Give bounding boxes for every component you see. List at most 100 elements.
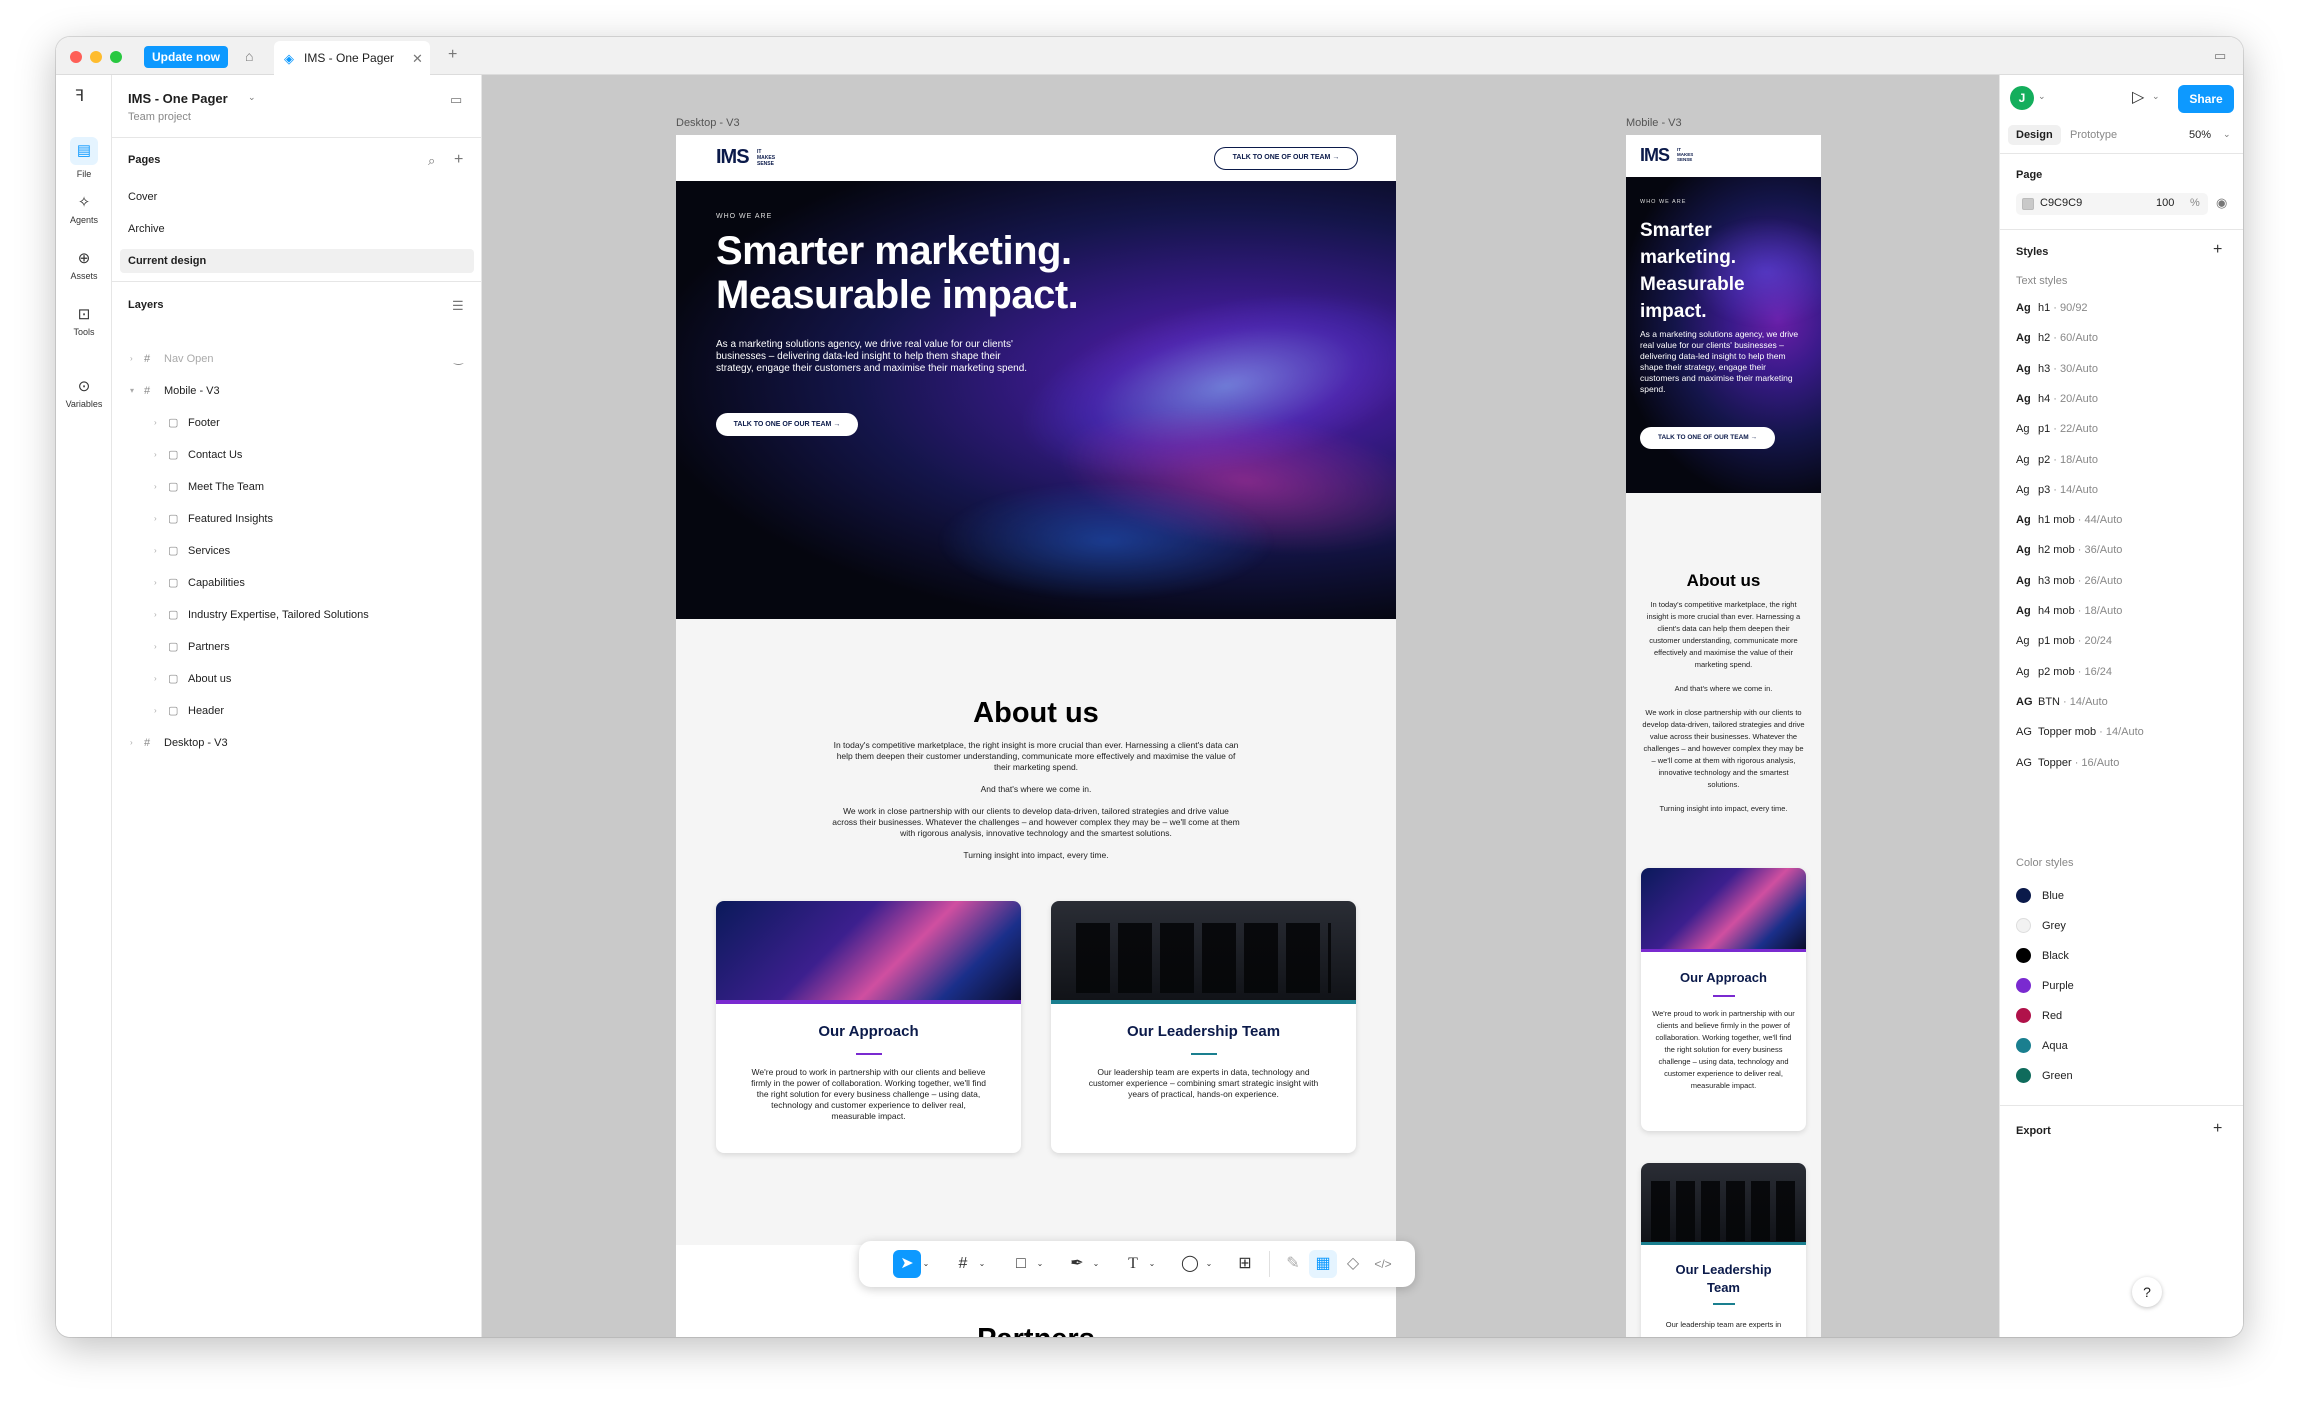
collapsed-chevron-icon[interactable]: ›: [130, 731, 133, 755]
dev-mode-icon[interactable]: </>: [1369, 1250, 1397, 1278]
zoom-window-button[interactable]: [110, 51, 122, 63]
rail-item-assets[interactable]: ⊕ Assets: [56, 249, 112, 281]
tab-design[interactable]: Design: [2008, 125, 2061, 145]
color-style-item[interactable]: Green: [2016, 1068, 2216, 1084]
add-export-icon[interactable]: +: [2213, 1121, 2222, 1137]
page-item-archive[interactable]: Archive: [120, 217, 474, 241]
leadership-card[interactable]: Our Leadership Team Our leadership team …: [1051, 901, 1356, 1153]
move-tool-icon[interactable]: ➤: [893, 1250, 921, 1278]
mobile-hero-cta-button[interactable]: TALK TO ONE OF OUR TEAM →: [1640, 427, 1775, 449]
close-tab-icon[interactable]: ✕: [412, 52, 423, 65]
mobile-approach-card[interactable]: Our Approach We're proud to work in part…: [1641, 868, 1806, 1131]
expanded-chevron-icon[interactable]: ▾: [130, 379, 134, 403]
text-style-item[interactable]: Ag p2 mob · 16/24: [2016, 662, 2112, 682]
page-color-swatch[interactable]: [2022, 198, 2034, 210]
visibility-eye-icon[interactable]: ◉: [2216, 196, 2227, 209]
collapsed-chevron-icon[interactable]: ›: [130, 347, 133, 371]
hero-cta-button[interactable]: TALK TO ONE OF OUR TEAM →: [716, 413, 858, 436]
comment-tool-icon[interactable]: ◯: [1176, 1250, 1204, 1278]
hidden-eye-icon[interactable]: ‿: [454, 347, 463, 371]
layer-row[interactable]: › ▢ Capabilities: [112, 571, 482, 595]
mobile-frame[interactable]: IMS IT MAKES SENSE WHO WE ARE Smarter ma…: [1626, 135, 1821, 1337]
file-name[interactable]: IMS - One Pager: [128, 91, 228, 106]
layer-row[interactable]: › ▢ Meet The Team: [112, 475, 482, 499]
layer-row[interactable]: › ▢ Footer: [112, 411, 482, 435]
rail-item-agents[interactable]: ✧ Agents: [56, 193, 112, 225]
comment-tool-chevron-icon[interactable]: ⌄: [1203, 1250, 1215, 1278]
file-menu-chevron-icon[interactable]: ⌄: [248, 93, 256, 102]
panel-layout-icon[interactable]: ▭: [450, 93, 462, 106]
update-now-button[interactable]: Update now: [144, 46, 228, 68]
new-tab-button[interactable]: +: [448, 47, 457, 63]
user-avatar[interactable]: J: [2010, 86, 2034, 110]
project-name[interactable]: Team project: [128, 111, 191, 123]
close-window-button[interactable]: [70, 51, 82, 63]
approach-card[interactable]: Our Approach We're proud to work in part…: [716, 901, 1021, 1153]
color-style-item[interactable]: Blue: [2016, 888, 2216, 904]
layer-row[interactable]: ▾ # Mobile - V3: [112, 379, 482, 403]
tab-prototype[interactable]: Prototype: [2070, 125, 2117, 145]
desktop-frame[interactable]: IMS IT MAKES SENSE TALK TO ONE OF OUR TE…: [676, 135, 1396, 1337]
present-play-icon[interactable]: ▷: [2132, 90, 2144, 106]
layer-row[interactable]: › ▢ Services: [112, 539, 482, 563]
mobile-ims-logo[interactable]: IMS: [1640, 145, 1670, 166]
present-chevron-icon[interactable]: ⌄: [2152, 92, 2160, 101]
move-tool-chevron-icon[interactable]: ⌄: [920, 1250, 932, 1278]
zoom-level[interactable]: 50%: [2189, 125, 2211, 145]
text-style-item[interactable]: Ag h3 mob · 26/Auto: [2016, 571, 2122, 591]
share-button[interactable]: Share: [2178, 85, 2234, 113]
frame-tool-chevron-icon[interactable]: ⌄: [976, 1250, 988, 1278]
frame-tool-icon[interactable]: #: [949, 1250, 977, 1278]
text-style-item[interactable]: AG Topper · 16/Auto: [2016, 753, 2119, 773]
text-style-item[interactable]: Ag p2 · 18/Auto: [2016, 450, 2098, 470]
text-style-item[interactable]: Ag h2 mob · 36/Auto: [2016, 540, 2122, 560]
page-item-cover[interactable]: Cover: [120, 185, 474, 209]
collapsed-chevron-icon[interactable]: ›: [154, 571, 157, 595]
add-style-icon[interactable]: +: [2213, 242, 2222, 258]
mobile-leadership-card[interactable]: Our Leadership Team Our leadership team …: [1641, 1163, 1806, 1337]
page-opacity[interactable]: 100: [2156, 197, 2174, 209]
figma-menu-icon[interactable]: ꟻ: [75, 89, 84, 105]
collapsed-chevron-icon[interactable]: ›: [154, 603, 157, 627]
page-item-current-design[interactable]: Current design: [120, 249, 474, 273]
text-tool-icon[interactable]: T: [1119, 1250, 1147, 1278]
help-button[interactable]: ?: [2132, 1277, 2162, 1307]
file-tab[interactable]: ◈ IMS - One Pager ✕: [274, 41, 430, 75]
design-mode-icon[interactable]: ▦: [1309, 1250, 1337, 1278]
color-style-item[interactable]: Purple: [2016, 978, 2216, 994]
page-color-hex[interactable]: C9C9C9: [2040, 197, 2082, 209]
collapsed-chevron-icon[interactable]: ›: [154, 667, 157, 691]
text-style-item[interactable]: Ag h2 · 60/Auto: [2016, 328, 2098, 348]
collapsed-chevron-icon[interactable]: ›: [154, 411, 157, 435]
pen-tool-icon[interactable]: ✒: [1063, 1250, 1091, 1278]
layer-row[interactable]: › # Nav Open ‿: [112, 347, 482, 371]
nav-cta-button[interactable]: TALK TO ONE OF OUR TEAM →: [1214, 147, 1358, 170]
layer-row[interactable]: › ▢ Industry Expertise, Tailored Solutions: [112, 603, 482, 627]
text-style-item[interactable]: Ag h1 mob · 44/Auto: [2016, 510, 2122, 530]
color-style-item[interactable]: Aqua: [2016, 1038, 2216, 1054]
text-tool-chevron-icon[interactable]: ⌄: [1146, 1250, 1158, 1278]
rail-item-file[interactable]: ▤ File: [56, 137, 112, 179]
minimize-window-button[interactable]: [90, 51, 102, 63]
desktop-frame-label[interactable]: Desktop - V3: [676, 117, 740, 129]
text-style-item[interactable]: Ag p1 · 22/Auto: [2016, 419, 2098, 439]
draw-mode-icon[interactable]: ✎: [1279, 1250, 1307, 1278]
text-style-item[interactable]: AG Topper mob · 14/Auto: [2016, 722, 2144, 742]
shape-tool-chevron-icon[interactable]: ⌄: [1034, 1250, 1046, 1278]
add-page-icon[interactable]: +: [454, 152, 463, 168]
collapsed-chevron-icon[interactable]: ›: [154, 539, 157, 563]
ims-logo[interactable]: IMS: [716, 146, 750, 169]
rail-item-tools[interactable]: ⊡ Tools: [56, 305, 112, 337]
layer-filter-icon[interactable]: ☰: [452, 299, 464, 312]
avatar-chevron-icon[interactable]: ⌄: [2038, 92, 2046, 101]
layer-row[interactable]: › ▢ Partners: [112, 635, 482, 659]
search-pages-icon[interactable]: ⌕: [428, 154, 435, 167]
sidebar-toggle-icon[interactable]: ▭: [2214, 49, 2226, 62]
text-style-item[interactable]: Ag h1 · 90/92: [2016, 298, 2088, 318]
collapsed-chevron-icon[interactable]: ›: [154, 443, 157, 467]
text-style-item[interactable]: AG BTN · 14/Auto: [2016, 692, 2108, 712]
text-style-item[interactable]: Ag h4 mob · 18/Auto: [2016, 601, 2122, 621]
text-style-item[interactable]: Ag p1 mob · 20/24: [2016, 631, 2112, 651]
layer-row[interactable]: › ▢ About us: [112, 667, 482, 691]
collapsed-chevron-icon[interactable]: ›: [154, 699, 157, 723]
